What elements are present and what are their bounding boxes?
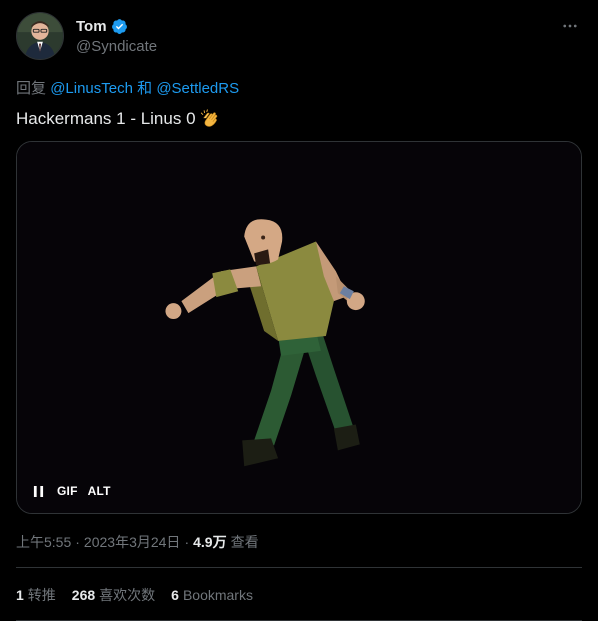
likes-count: 268 (71, 587, 96, 603)
alt-text-button[interactable]: ALT (88, 484, 111, 498)
engagement-stats: 1 转推 268 喜欢次数 6 Bookmarks (16, 585, 253, 605)
reply-context: 回复 @LinusTech 和 @SettledRS (16, 77, 239, 98)
mention-link-linustech[interactable]: @LinusTech (50, 80, 133, 97)
tweet-meta: 上午5:55 · 2023年3月24日 · 4.9万 查看 (16, 532, 259, 552)
tweet-header: Tom @Syndicate (16, 10, 582, 62)
verified-badge-icon[interactable] (111, 18, 128, 35)
likes-stat[interactable]: 268 喜欢次数 (72, 585, 155, 605)
author-display-name[interactable]: Tom (76, 18, 107, 35)
dancing-character-gif (17, 142, 581, 513)
retweets-count: 1 (16, 587, 24, 603)
tweet-date[interactable]: 2023年3月24日 (84, 532, 181, 552)
profile-avatar-icon (17, 13, 63, 59)
likes-label: 喜欢次数 (99, 587, 156, 603)
more-dots-icon[interactable] (558, 16, 582, 36)
tweet-time[interactable]: 上午5:55 (16, 532, 71, 552)
name-row: Tom (76, 16, 157, 36)
views-count: 4.9万 (193, 534, 227, 550)
reply-prefix: 回复 (16, 80, 47, 97)
retweets-stat[interactable]: 1 转推 (16, 585, 56, 605)
tweet-text: Hackermans 1 - Linus 0 (16, 108, 222, 130)
bookmarks-stat[interactable]: 6 Bookmarks (171, 587, 253, 603)
tweet-body: Hackermans 1 - Linus 0 (16, 109, 196, 128)
author-handle[interactable]: @Syndicate (76, 38, 157, 55)
clapping-hands-icon (200, 108, 222, 130)
views-label: 查看 (230, 534, 259, 550)
divider (16, 567, 582, 568)
author-names: Tom @Syndicate (76, 16, 157, 56)
meta-separator: · (184, 534, 190, 550)
retweets-label: 转推 (27, 587, 56, 603)
avatar[interactable] (16, 12, 64, 60)
bookmarks-label: Bookmarks (182, 587, 253, 603)
bookmarks-count: 6 (171, 587, 179, 603)
reply-joiner: 和 (137, 80, 153, 97)
media-controls: GIF ALT (33, 483, 111, 499)
gif-badge: GIF (57, 484, 78, 498)
gif-media[interactable]: GIF ALT (16, 141, 582, 514)
mention-link-settledrs[interactable]: @SettledRS (156, 80, 239, 97)
pause-icon[interactable] (33, 483, 47, 499)
meta-separator: · (75, 534, 80, 550)
